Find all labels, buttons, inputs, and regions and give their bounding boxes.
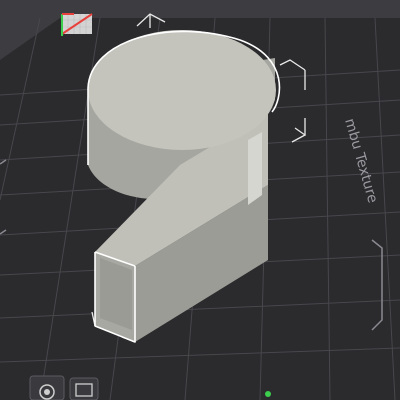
3d-viewport[interactable]: mbu Texture <box>0 0 400 400</box>
model-stem-opening <box>100 258 132 330</box>
status-dot <box>265 391 271 397</box>
printer-view-button[interactable] <box>29 375 65 400</box>
scene-canvas[interactable]: mbu Texture <box>0 0 400 400</box>
layer-view-button[interactable] <box>69 377 99 400</box>
model-side-opening <box>248 132 262 205</box>
origin-axes <box>61 13 93 36</box>
